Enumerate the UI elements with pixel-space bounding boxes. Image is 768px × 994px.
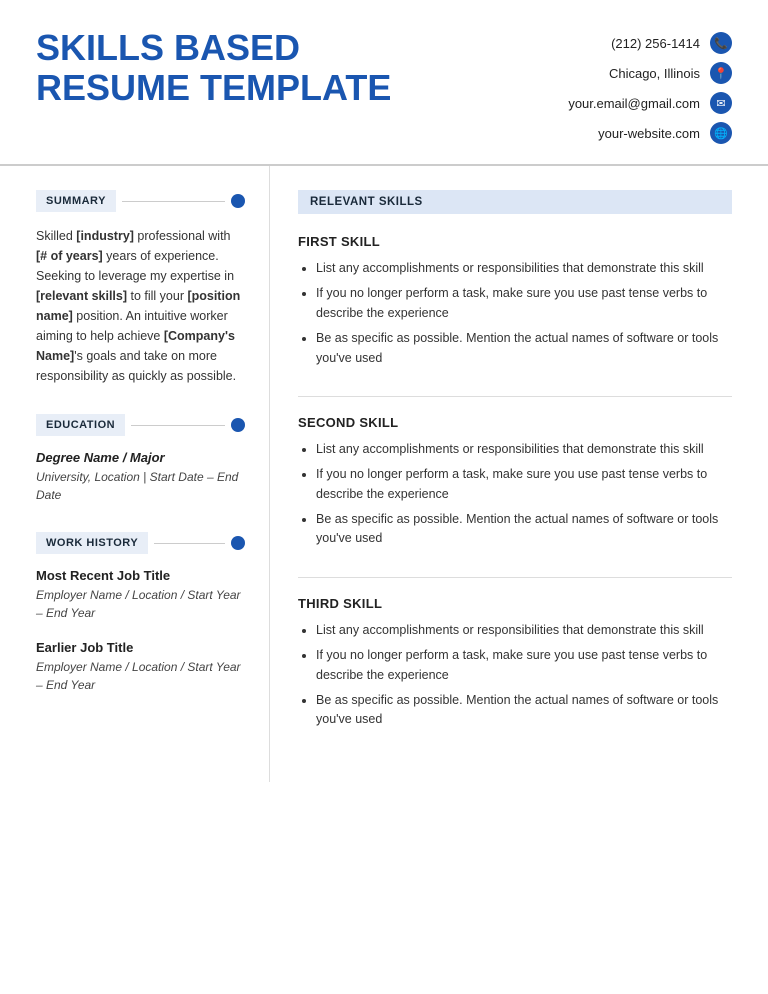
email-icon: ✉	[710, 92, 732, 114]
education-line	[131, 425, 225, 426]
work-history-dot	[231, 536, 245, 550]
job-2-detail: Employer Name / Location / Start Year – …	[36, 658, 245, 694]
divider-2	[298, 577, 732, 578]
email-row: your.email@gmail.com ✉	[568, 92, 732, 114]
relevant-skills-label: RELEVANT SKILLS	[298, 190, 732, 214]
skill-1-list: List any accomplishments or responsibili…	[298, 259, 732, 368]
skill-2-section: SECOND SKILL List any accomplishments or…	[298, 415, 732, 549]
right-column: RELEVANT SKILLS FIRST SKILL List any acc…	[270, 166, 768, 782]
skill-2-bullet-2: If you no longer perform a task, make su…	[316, 465, 732, 504]
skill-3-bullet-2: If you no longer perform a task, make su…	[316, 646, 732, 685]
skill-2-bullet-1: List any accomplishments or responsibili…	[316, 440, 732, 459]
job-2-title: Earlier Job Title	[36, 640, 245, 655]
job-1: Most Recent Job Title Employer Name / Lo…	[36, 568, 245, 622]
location-row: Chicago, Illinois 📍	[609, 62, 732, 84]
resume-title: SKILLS BASED RESUME TEMPLATE	[36, 28, 568, 107]
phone-row: (212) 256-1414 📞	[611, 32, 732, 54]
left-column: SUMMARY Skilled [industry] professional …	[0, 166, 270, 782]
skill-3-list: List any accomplishments or responsibili…	[298, 621, 732, 730]
location-text: Chicago, Illinois	[609, 66, 700, 81]
contact-info: (212) 256-1414 📞 Chicago, Illinois 📍 you…	[568, 28, 732, 144]
degree-detail: University, Location | Start Date – End …	[36, 468, 245, 504]
education-section: EDUCATION Degree Name / Major University…	[36, 414, 245, 504]
title-line1: SKILLS BASED RESUME TEMPLATE	[36, 28, 568, 107]
industry-placeholder: [industry]	[76, 229, 134, 243]
skill-2-bullet-3: Be as specific as possible. Mention the …	[316, 510, 732, 549]
years-placeholder: [# of years]	[36, 249, 103, 263]
skill-3-bullet-3: Be as specific as possible. Mention the …	[316, 691, 732, 730]
skill-1-bullet-1: List any accomplishments or responsibili…	[316, 259, 732, 278]
skill-2-list: List any accomplishments or responsibili…	[298, 440, 732, 549]
divider-1	[298, 396, 732, 397]
website-text: your-website.com	[598, 126, 700, 141]
skill-1-bullet-3: Be as specific as possible. Mention the …	[316, 329, 732, 368]
education-label: EDUCATION	[36, 414, 125, 436]
company-placeholder: [Company's Name]	[36, 329, 235, 363]
work-history-section: WORK HISTORY Most Recent Job Title Emplo…	[36, 532, 245, 694]
summary-dot	[231, 194, 245, 208]
summary-section: SUMMARY Skilled [industry] professional …	[36, 190, 245, 386]
summary-text: Skilled [industry] professional with [# …	[36, 226, 245, 386]
education-dot	[231, 418, 245, 432]
location-icon: 📍	[710, 62, 732, 84]
summary-label: SUMMARY	[36, 190, 116, 212]
skill-3-title: THIRD SKILL	[298, 596, 732, 611]
header: SKILLS BASED RESUME TEMPLATE (212) 256-1…	[0, 0, 768, 166]
skill-1-bullet-2: If you no longer perform a task, make su…	[316, 284, 732, 323]
job-1-title: Most Recent Job Title	[36, 568, 245, 583]
work-history-line	[154, 543, 225, 544]
skill-1-title: FIRST SKILL	[298, 234, 732, 249]
skill-2-title: SECOND SKILL	[298, 415, 732, 430]
website-icon: 🌐	[710, 122, 732, 144]
job-1-detail: Employer Name / Location / Start Year – …	[36, 586, 245, 622]
summary-line	[122, 201, 225, 202]
skill-3-bullet-1: List any accomplishments or responsibili…	[316, 621, 732, 640]
job-2: Earlier Job Title Employer Name / Locati…	[36, 640, 245, 694]
email-text: your.email@gmail.com	[568, 96, 700, 111]
main-content: SUMMARY Skilled [industry] professional …	[0, 166, 768, 782]
work-history-label: WORK HISTORY	[36, 532, 148, 554]
skill-3-section: THIRD SKILL List any accomplishments or …	[298, 596, 732, 730]
phone-icon: 📞	[710, 32, 732, 54]
skills-placeholder: [relevant skills]	[36, 289, 127, 303]
work-history-header: WORK HISTORY	[36, 532, 245, 554]
education-header: EDUCATION	[36, 414, 245, 436]
website-row: your-website.com 🌐	[598, 122, 732, 144]
summary-header: SUMMARY	[36, 190, 245, 212]
phone-text: (212) 256-1414	[611, 36, 700, 51]
skill-1-section: FIRST SKILL List any accomplishments or …	[298, 234, 732, 368]
degree-name: Degree Name / Major	[36, 450, 245, 465]
